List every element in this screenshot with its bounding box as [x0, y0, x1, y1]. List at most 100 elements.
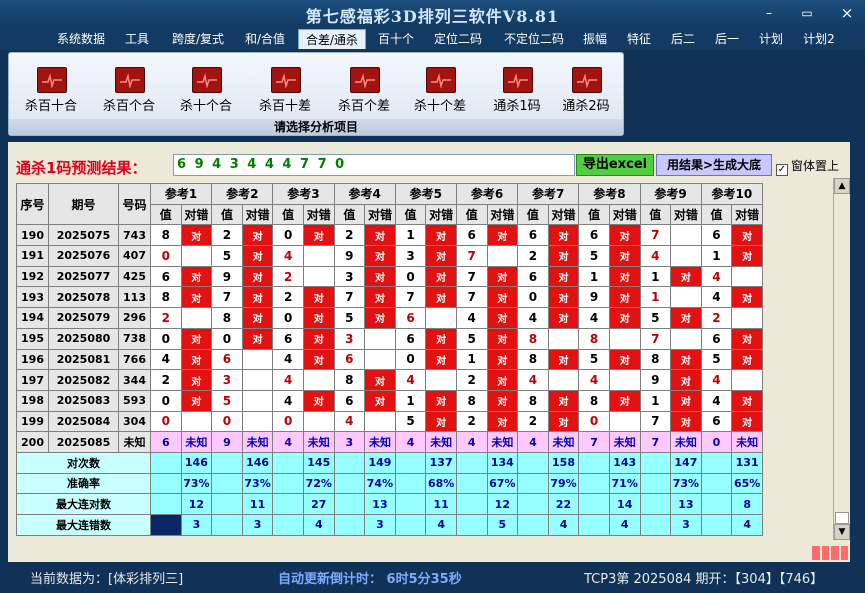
stats-value: 65%: [731, 472, 763, 495]
subheader-value: 值: [394, 203, 427, 226]
subheader-result: 对错: [486, 203, 519, 226]
menu-item-12[interactable]: 计划: [758, 29, 784, 49]
table-row[interactable]: 190 2025075 743 8 对 2 对 0 对 2 对 1 对 6 对 6 对 6 对 7 6 对: [16, 224, 763, 247]
stats-spacer: [272, 493, 304, 515]
cell-value: 4: [517, 369, 549, 391]
stats-spacer: [150, 493, 182, 515]
stats-value: 71%: [608, 472, 641, 495]
ribbon-button-label: 通杀2码: [562, 99, 610, 114]
ribbon-button-6[interactable]: 通杀1码: [479, 67, 555, 117]
vertical-scrollbar[interactable]: ▲ ▼: [833, 178, 850, 540]
ribbon-button-label: 杀十个合: [179, 99, 232, 114]
menu-item-6[interactable]: 定位二码: [433, 29, 483, 49]
cell-hit: 对: [731, 245, 763, 267]
stats-label: 最大连错数: [16, 514, 151, 536]
generate-base-button[interactable]: 用结果>生成大底: [656, 154, 772, 176]
cell-hit: 对: [302, 327, 335, 350]
table-row[interactable]: 198 2025083 593 0 对 5 4 对 6 对 1 对 8 对 8 对 8 对 1 对 4 对: [16, 389, 763, 412]
cell-value: 1: [639, 265, 672, 288]
menu-item-0[interactable]: 系统数据: [56, 29, 106, 49]
cell-value: 4: [272, 369, 304, 391]
menu-item-3[interactable]: 和/合值: [242, 29, 288, 49]
cell-hit: 对: [241, 286, 274, 309]
window-on-top-checkbox[interactable]: ✓ 窗体置上: [776, 157, 839, 176]
minimize-button[interactable]: –: [758, 4, 780, 22]
stats-spacer: [150, 472, 182, 495]
cell-hit: 对: [180, 369, 213, 391]
cell-value: 0: [211, 327, 243, 350]
scrollbar-thumb[interactable]: [835, 512, 849, 524]
table-row[interactable]: 197 2025082 344 2 对 3 4 8 对 4 2 对 4 4 9 对 4: [16, 369, 763, 391]
table-row[interactable]: 194 2025079 296 2 8 对 0 对 5 对 6 4 对 4 对 4 对 5 对 2: [16, 307, 763, 329]
stats-value: 134: [486, 451, 519, 474]
subheader-result: 对错: [547, 203, 580, 226]
prediction-result-field[interactable]: 6 9 4 3 4 4 4 7 7 0: [173, 154, 575, 176]
menu-item-8[interactable]: 振幅: [582, 29, 608, 49]
cell-value: 8: [211, 307, 243, 329]
pred-value: 4: [272, 431, 304, 453]
menu-item-4[interactable]: 合差/通杀: [298, 29, 366, 49]
cell-hit: 对: [731, 224, 763, 247]
table-row[interactable]: 193 2025078 113 8 对 7 对 2 对 7 对 7 对 7 对 0 对 9 对 1 4 对: [16, 286, 763, 309]
menu-bar: 系统数据 工具 跨度/复式 和/合值 合差/通杀 百十个 定位二码 不定位二码 振幅 特征 后二 后一…: [0, 28, 865, 50]
cell-hit: 对: [486, 327, 519, 350]
export-excel-button[interactable]: 导出excel: [576, 154, 654, 176]
cell-value: 6: [272, 327, 304, 350]
table-row[interactable]: 196 2025081 766 4 对 6 4 对 6 0 对 1 对 8 对 5 对 8 对 5 对: [16, 348, 763, 371]
stats-spacer: [272, 514, 304, 536]
arrow-up-icon[interactable]: ▲: [834, 178, 850, 194]
header-ref: 参考1: [149, 183, 213, 205]
stats-spacer: [333, 493, 366, 515]
cell-miss: [180, 245, 213, 267]
menu-item-2[interactable]: 跨度/复式: [168, 29, 228, 49]
cell-value: 7: [333, 286, 366, 309]
cell-hit: 对: [608, 286, 641, 309]
cell-value: 8: [333, 369, 366, 391]
ribbon-button-4[interactable]: 杀百个差: [326, 67, 402, 117]
table-row[interactable]: 191 2025076 407 0 5 对 4 9 对 3 对 7 2 对 5 对 4 1 对: [16, 245, 763, 267]
close-button[interactable]: ×: [836, 4, 858, 22]
cell-value: 5: [211, 245, 243, 267]
cell-hit: 对: [180, 389, 213, 412]
table-row[interactable]: 195 2025080 738 0 对 0 对 6 对 3 6 对 5 对 8 8 7 6 对: [16, 327, 763, 350]
subheader-value: 值: [272, 203, 304, 226]
stats-spacer: [517, 514, 549, 536]
subheader-value: 值: [333, 203, 366, 226]
menu-item-11[interactable]: 后一: [714, 29, 740, 49]
cell-value: 6: [394, 327, 427, 350]
resize-grip[interactable]: [812, 546, 848, 560]
ribbon-button-7[interactable]: 通杀2码: [548, 67, 624, 117]
cell-value: 7: [639, 224, 672, 247]
menu-item-13[interactable]: 计划2: [802, 29, 836, 49]
cell-hit: 对: [731, 410, 763, 433]
ribbon-button-5[interactable]: 杀十个差: [402, 67, 478, 117]
arrow-down-icon[interactable]: ▼: [834, 524, 850, 540]
menu-item-10[interactable]: 后二: [670, 29, 696, 49]
ribbon-button-3[interactable]: 杀百十差: [247, 67, 323, 117]
checkbox-icon[interactable]: ✓: [776, 164, 788, 176]
cell-miss: [547, 327, 580, 350]
menu-item-7[interactable]: 不定位二码: [502, 29, 566, 49]
maximize-button[interactable]: ▭: [796, 4, 818, 22]
stats-spacer: [700, 472, 733, 495]
header-ref: 参考2: [211, 183, 274, 205]
stats-row: 准确率 73% 73% 72% 74% 68% 67% 79% 71% 73% 65%: [16, 472, 763, 495]
table-row[interactable]: 192 2025077 425 6 对 9 对 2 3 对 0 对 7 对 6 对 1 对 1 对 4: [16, 265, 763, 288]
menu-item-1[interactable]: 工具: [124, 29, 150, 49]
subheader-result: 对错: [364, 203, 396, 226]
stats-value: 4: [608, 514, 641, 536]
stats-value: 13: [364, 493, 396, 515]
row-seq: 198: [16, 389, 49, 412]
cell-miss: [241, 389, 274, 412]
subheader-value: 值: [455, 203, 488, 226]
menu-item-9[interactable]: 特征: [626, 29, 652, 49]
ribbon-button-2[interactable]: 杀十个合: [168, 67, 244, 117]
stats-spacer: [211, 514, 243, 536]
ribbon-button-0[interactable]: 杀百十合: [13, 67, 89, 117]
cell-miss: [425, 307, 457, 329]
menu-item-5[interactable]: 百十个: [378, 29, 414, 49]
ribbon-button-1[interactable]: 杀百个合: [91, 67, 167, 117]
stats-value: 3: [364, 514, 396, 536]
cell-hit: 对: [486, 348, 519, 371]
table-row[interactable]: 199 2025084 304 0 0 0 4 5 对 2 对 2 对 0 7 对 6 对: [16, 410, 763, 433]
